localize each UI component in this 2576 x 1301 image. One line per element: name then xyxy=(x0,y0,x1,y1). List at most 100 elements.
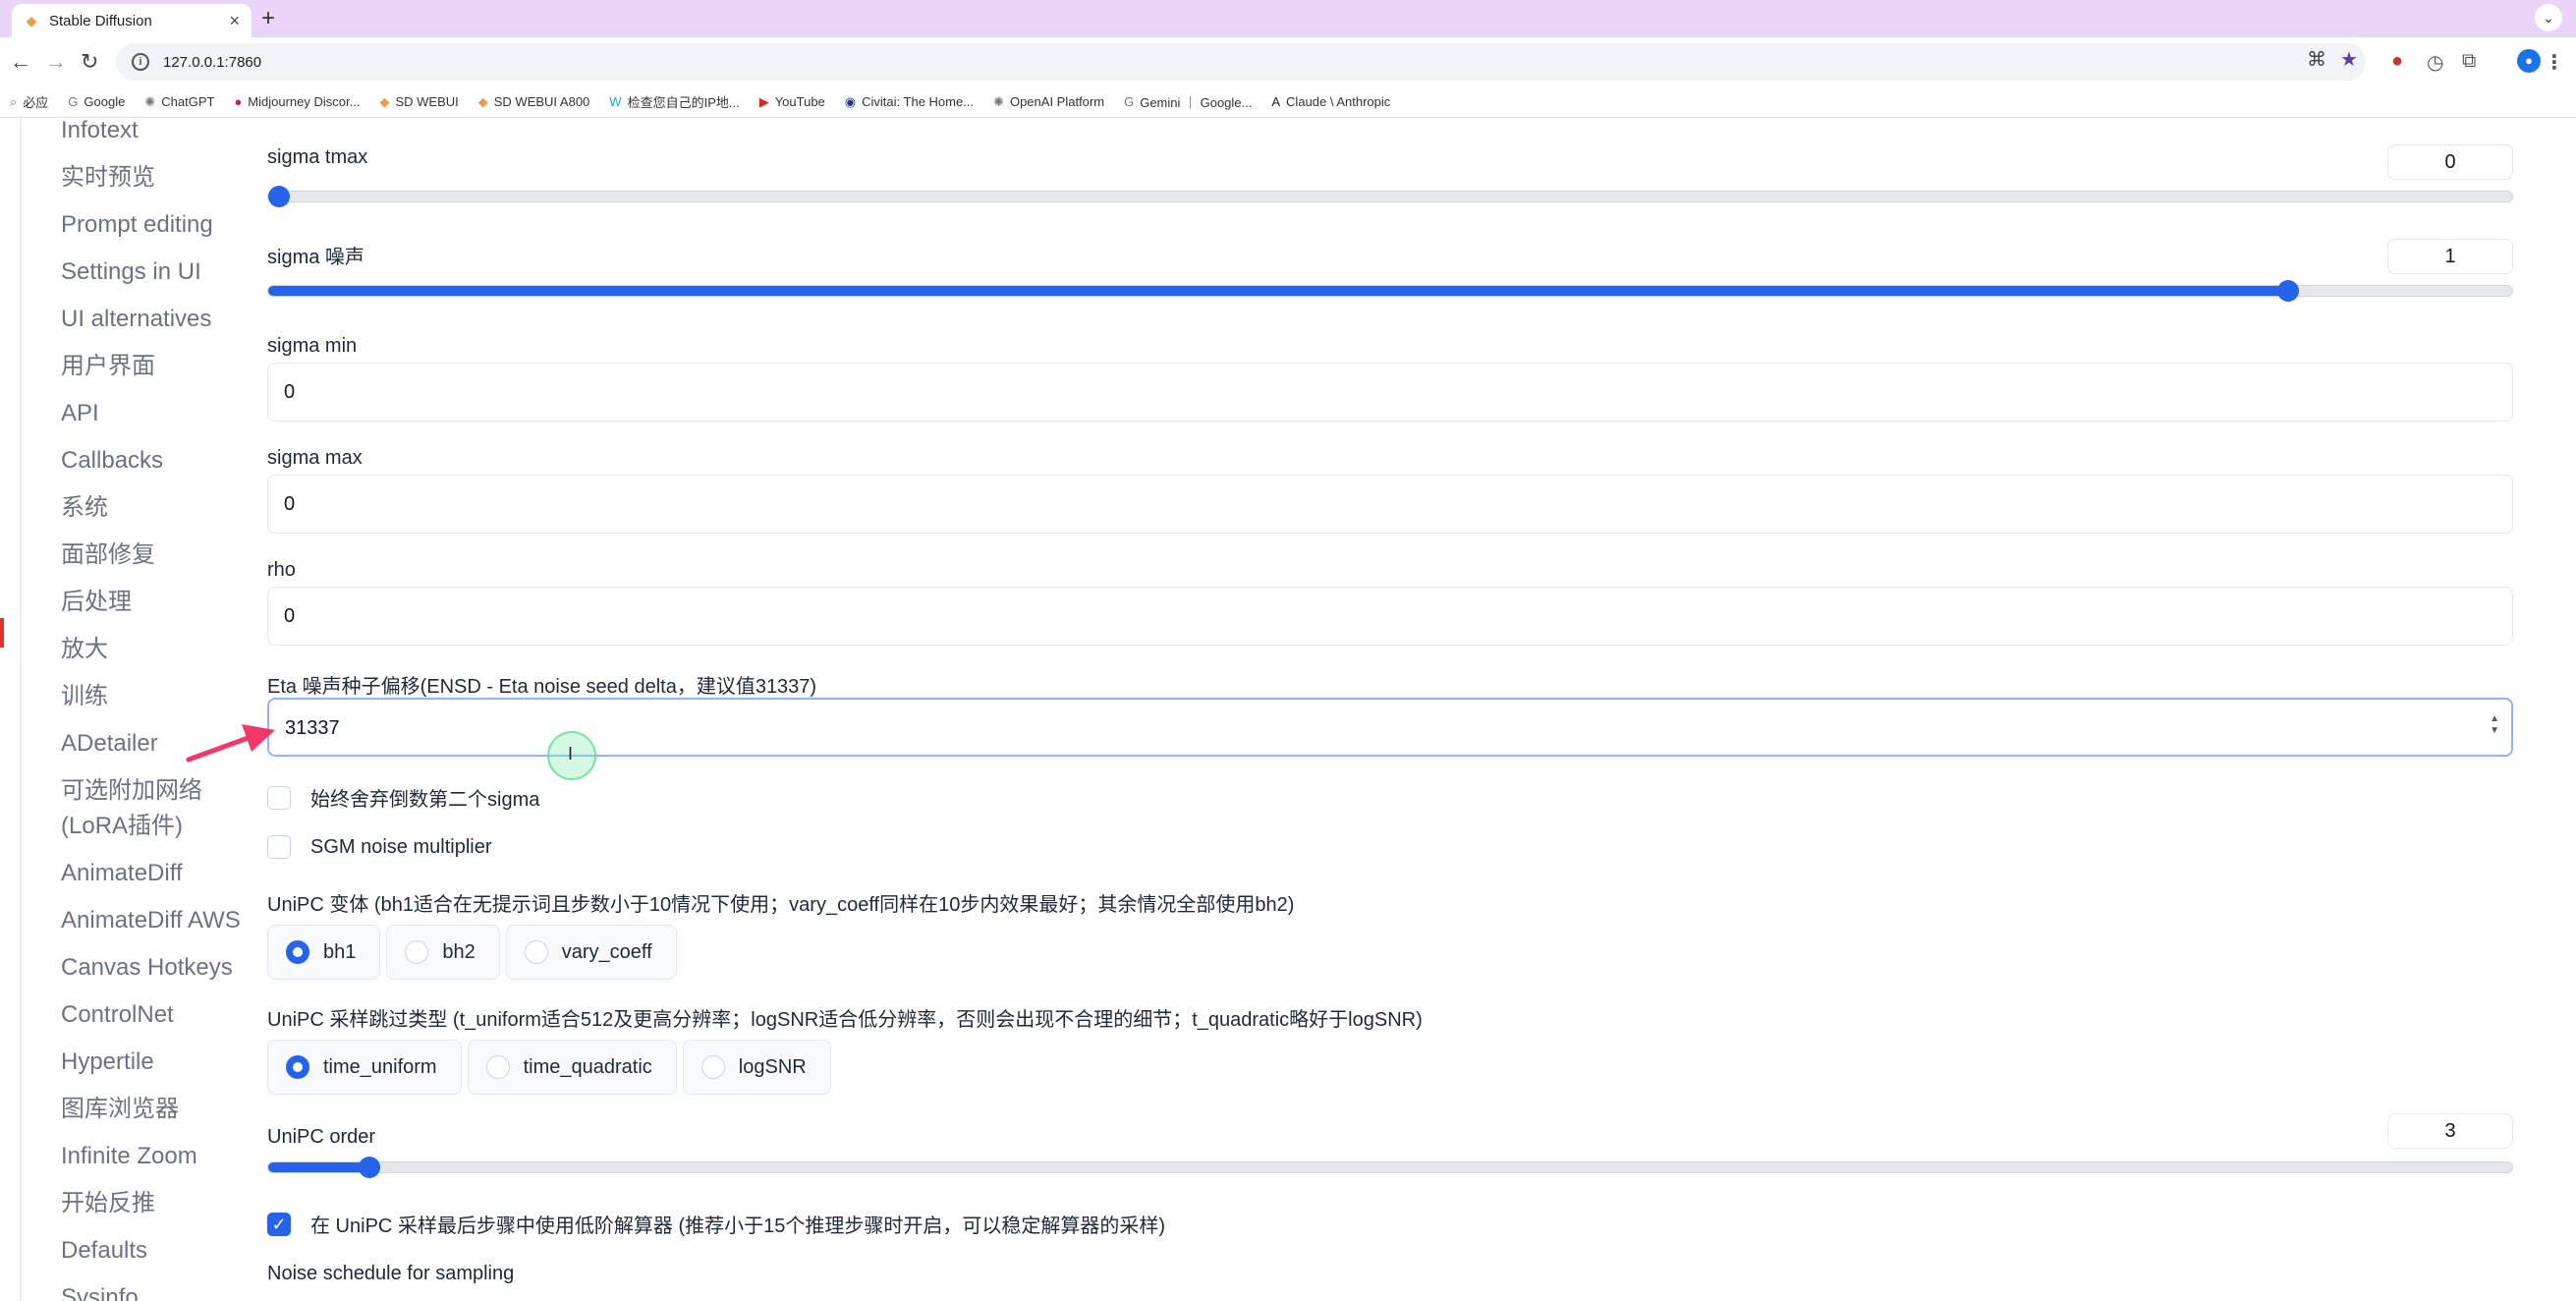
browser-tab[interactable]: ◆ Stable Diffusion × xyxy=(12,4,252,37)
sidebar-item-live-preview[interactable]: 实时预览 xyxy=(61,160,257,196)
sidebar-item-defaults[interactable]: Defaults xyxy=(61,1233,257,1269)
unipc-lower-order-row[interactable]: ✓ 在 UniPC 采样最后步骤中使用低阶解算器 (推荐小于15个推理步骤时开启… xyxy=(267,1210,1165,1238)
profile-avatar-icon[interactable]: ● xyxy=(2517,49,2541,73)
bookmark-item[interactable]: ◆SD WEBUI xyxy=(379,94,458,110)
eta-noise-seed-delta-label: Eta 噪声种子偏移(ENSD - Eta noise seed delta，建… xyxy=(267,670,816,699)
new-tab-button[interactable]: + xyxy=(261,6,275,31)
unipc-variant-label: UniPC 变体 (bh1适合在无提示词且步数小于10情况下使用；vary_co… xyxy=(267,888,1294,917)
eta-noise-seed-delta-input[interactable]: 31337 ▲▼ xyxy=(267,698,2513,757)
sigma-noise-number-input[interactable]: 1 xyxy=(2387,239,2513,274)
unipc-order-slider-thumb[interactable] xyxy=(359,1157,380,1178)
sigma-noise-slider-thumb[interactable] xyxy=(2277,280,2299,302)
sidebar-item-ui-alternatives[interactable]: UI alternatives xyxy=(61,302,257,337)
back-arrow-icon[interactable]: ← xyxy=(10,49,31,75)
sidebar-item-sysinfo[interactable]: Sysinfo xyxy=(61,1280,257,1301)
anthropic-icon: A xyxy=(1271,94,1280,109)
unipc-lower-order-label: 在 UniPC 采样最后步骤中使用低阶解算器 (推荐小于15个推理步骤时开启，可… xyxy=(310,1210,1165,1238)
sigma-tmax-slider-thumb[interactable] xyxy=(268,186,290,207)
sigma-tmax-slider[interactable] xyxy=(267,191,2513,202)
bookmark-item[interactable]: ⌕必应 xyxy=(10,92,48,111)
bookmark-item[interactable]: W检查您自己的IP地... xyxy=(609,92,739,111)
discard-penultimate-sigma-checkbox[interactable] xyxy=(267,786,291,810)
sidebar-item-user-interface[interactable]: 用户界面 xyxy=(61,349,257,384)
bookmark-item[interactable]: ●Midjourney Discor... xyxy=(234,94,360,109)
extension-record-icon[interactable]: ● xyxy=(2391,50,2403,73)
sidebar-item-hypertile[interactable]: Hypertile xyxy=(61,1045,257,1080)
sidebar-item-settings-in-ui[interactable]: Settings in UI xyxy=(61,255,257,290)
rho-input[interactable]: 0 xyxy=(267,587,2513,646)
unipc-variant-option-vary-coeff[interactable]: vary_coeff xyxy=(506,925,677,980)
bookmark-item[interactable]: AClaude \ Anthropic xyxy=(1271,94,1390,109)
sidebar-item-infotext[interactable]: Infotext xyxy=(61,119,257,148)
bookmark-item[interactable]: ✺OpenAI Platform xyxy=(993,94,1104,110)
bookmark-item[interactable]: GGemini ｜ Google... xyxy=(1124,92,1252,111)
bookmark-item[interactable]: ◆SD WEBUI A800 xyxy=(478,94,590,110)
sidebar-item-gallery-browser[interactable]: 图库浏览器 xyxy=(61,1092,257,1127)
radio-empty-icon xyxy=(486,1055,510,1079)
sigma-tmax-number-input[interactable]: 0 xyxy=(2387,144,2513,180)
sidebar-item-animatediff[interactable]: AnimateDiff xyxy=(61,856,257,891)
ip-check-icon: W xyxy=(609,94,621,109)
text-cursor-icon: I xyxy=(568,744,573,764)
sidebar-item-postprocessing[interactable]: 后处理 xyxy=(61,585,257,620)
sidebar-item-system[interactable]: 系统 xyxy=(61,490,257,526)
tab-search-chevron-icon[interactable]: ⌄ xyxy=(2535,4,2562,31)
sidebar-item-training[interactable]: 训练 xyxy=(61,679,257,714)
sigma-max-input[interactable]: 0 xyxy=(267,475,2513,534)
discard-penultimate-sigma-label: 始终舍弃倒数第二个sigma xyxy=(310,783,539,812)
sidebar-item-animatediff-aws[interactable]: AnimateDiff AWS xyxy=(61,903,257,938)
sidebar-item-callbacks[interactable]: Callbacks xyxy=(61,443,257,479)
sidebar-item-prompt-editing[interactable]: Prompt editing xyxy=(61,207,257,243)
unipc-variant-option-bh2[interactable]: bh2 xyxy=(386,925,499,980)
sgm-noise-multiplier-checkbox[interactable] xyxy=(267,835,291,859)
sidebar-item-canvas-hotkeys[interactable]: Canvas Hotkeys xyxy=(61,950,257,986)
unipc-skip-option-time-quadratic[interactable]: time_quadratic xyxy=(468,1040,677,1095)
page-border xyxy=(20,119,22,1301)
site-info-icon[interactable]: i xyxy=(132,53,149,71)
translate-icon[interactable]: ⌘ xyxy=(2307,47,2326,72)
sidebar-item-infinite-zoom[interactable]: Infinite Zoom xyxy=(61,1139,257,1174)
bookmark-item[interactable]: GGoogle xyxy=(68,94,125,109)
rho-label: rho xyxy=(267,559,296,582)
sigma-noise-label: sigma 噪声 xyxy=(267,241,364,269)
radio-empty-icon xyxy=(405,940,428,964)
close-tab-icon[interactable]: × xyxy=(229,11,240,31)
unipc-skip-option-time-uniform[interactable]: time_uniform xyxy=(267,1040,462,1095)
youtube-icon: ▶ xyxy=(759,94,769,110)
sidebar-item-interrogate[interactable]: 开始反推 xyxy=(61,1186,257,1221)
sidebar-item-additional-networks[interactable]: 可选附加网络(LoRA插件) xyxy=(61,773,257,844)
bookmark-item[interactable]: ✺ChatGPT xyxy=(144,94,214,110)
unipc-skip-option-logsnr[interactable]: logSNR xyxy=(683,1040,831,1095)
sidebar-item-upscaling[interactable]: 放大 xyxy=(61,632,257,667)
browser-menu-icon[interactable]: ⋮ xyxy=(2545,50,2564,75)
sidebar-item-controlnet[interactable]: ControlNet xyxy=(61,997,257,1033)
discard-penultimate-sigma-row[interactable]: 始终舍弃倒数第二个sigma xyxy=(267,783,539,812)
unipc-variant-option-bh1[interactable]: bh1 xyxy=(267,925,380,980)
sgm-noise-multiplier-label: SGM noise multiplier xyxy=(310,836,492,859)
civitai-icon: ◉ xyxy=(845,94,856,110)
sidebar-item-api[interactable]: API xyxy=(61,396,257,431)
sigma-noise-slider[interactable] xyxy=(267,285,2513,297)
openai-icon: ✺ xyxy=(993,94,1004,110)
left-edge-marker xyxy=(0,618,4,648)
sgm-noise-multiplier-row[interactable]: SGM noise multiplier xyxy=(267,835,492,859)
annotation-arrow-icon xyxy=(185,716,279,764)
bookmark-item[interactable]: ▶YouTube xyxy=(759,94,825,110)
address-bar[interactable]: i 127.0.0.1:7860 xyxy=(116,43,2366,81)
unipc-order-slider-fill xyxy=(268,1162,369,1172)
history-clock-icon[interactable]: ◷ xyxy=(2427,50,2443,75)
unipc-lower-order-checkbox[interactable]: ✓ xyxy=(267,1213,291,1236)
settings-page: Infotext 实时预览 Prompt editing Settings in… xyxy=(0,119,2576,1301)
unipc-order-number-input[interactable]: 3 xyxy=(2387,1113,2513,1149)
bookmark-star-icon[interactable]: ★ xyxy=(2340,47,2358,72)
reload-icon[interactable]: ↻ xyxy=(81,49,98,75)
extensions-puzzle-icon[interactable]: ⧉ xyxy=(2462,50,2476,73)
sd-webui-a800-icon: ◆ xyxy=(478,94,488,110)
bookmark-item[interactable]: ◉Civitai: The Home... xyxy=(845,94,974,110)
sigma-min-input[interactable]: 0 xyxy=(267,363,2513,422)
radio-selected-icon xyxy=(286,1055,309,1079)
sidebar-item-face-restoration[interactable]: 面部修复 xyxy=(61,537,257,573)
forward-arrow-icon[interactable]: → xyxy=(45,49,67,75)
number-spinner-icon[interactable]: ▲▼ xyxy=(2490,713,2499,737)
unipc-order-slider[interactable] xyxy=(267,1161,2513,1173)
